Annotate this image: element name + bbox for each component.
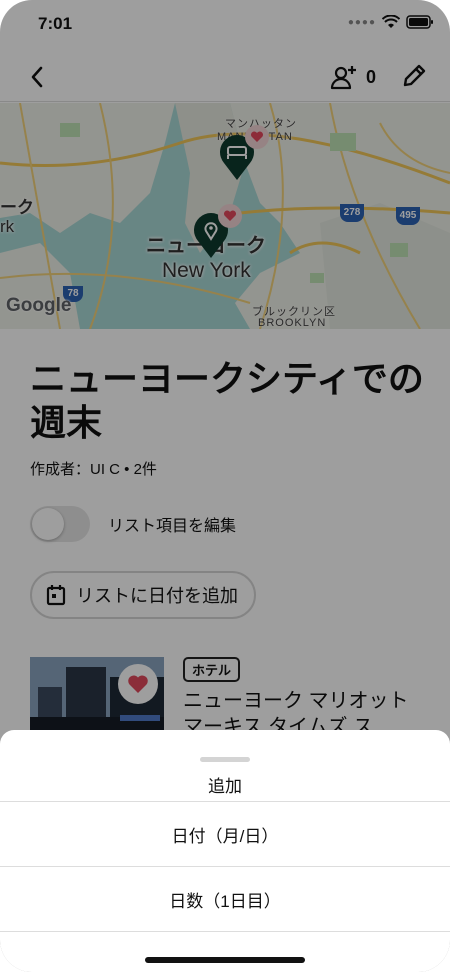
- sheet-grabber[interactable]: [200, 757, 250, 762]
- option-day-number[interactable]: 日数（1日目）: [0, 866, 450, 931]
- screen: 7:01 ●●●● 0 マンハッタン New York ブルックリン区 BROO…: [0, 0, 450, 972]
- sheet-divider: [0, 931, 450, 932]
- sheet-title: 追加: [208, 777, 242, 796]
- option-date[interactable]: 日付（月/日）: [0, 801, 450, 866]
- action-sheet: 追加 日付（月/日） 日数（1日目）: [0, 730, 450, 972]
- home-indicator: [145, 957, 305, 963]
